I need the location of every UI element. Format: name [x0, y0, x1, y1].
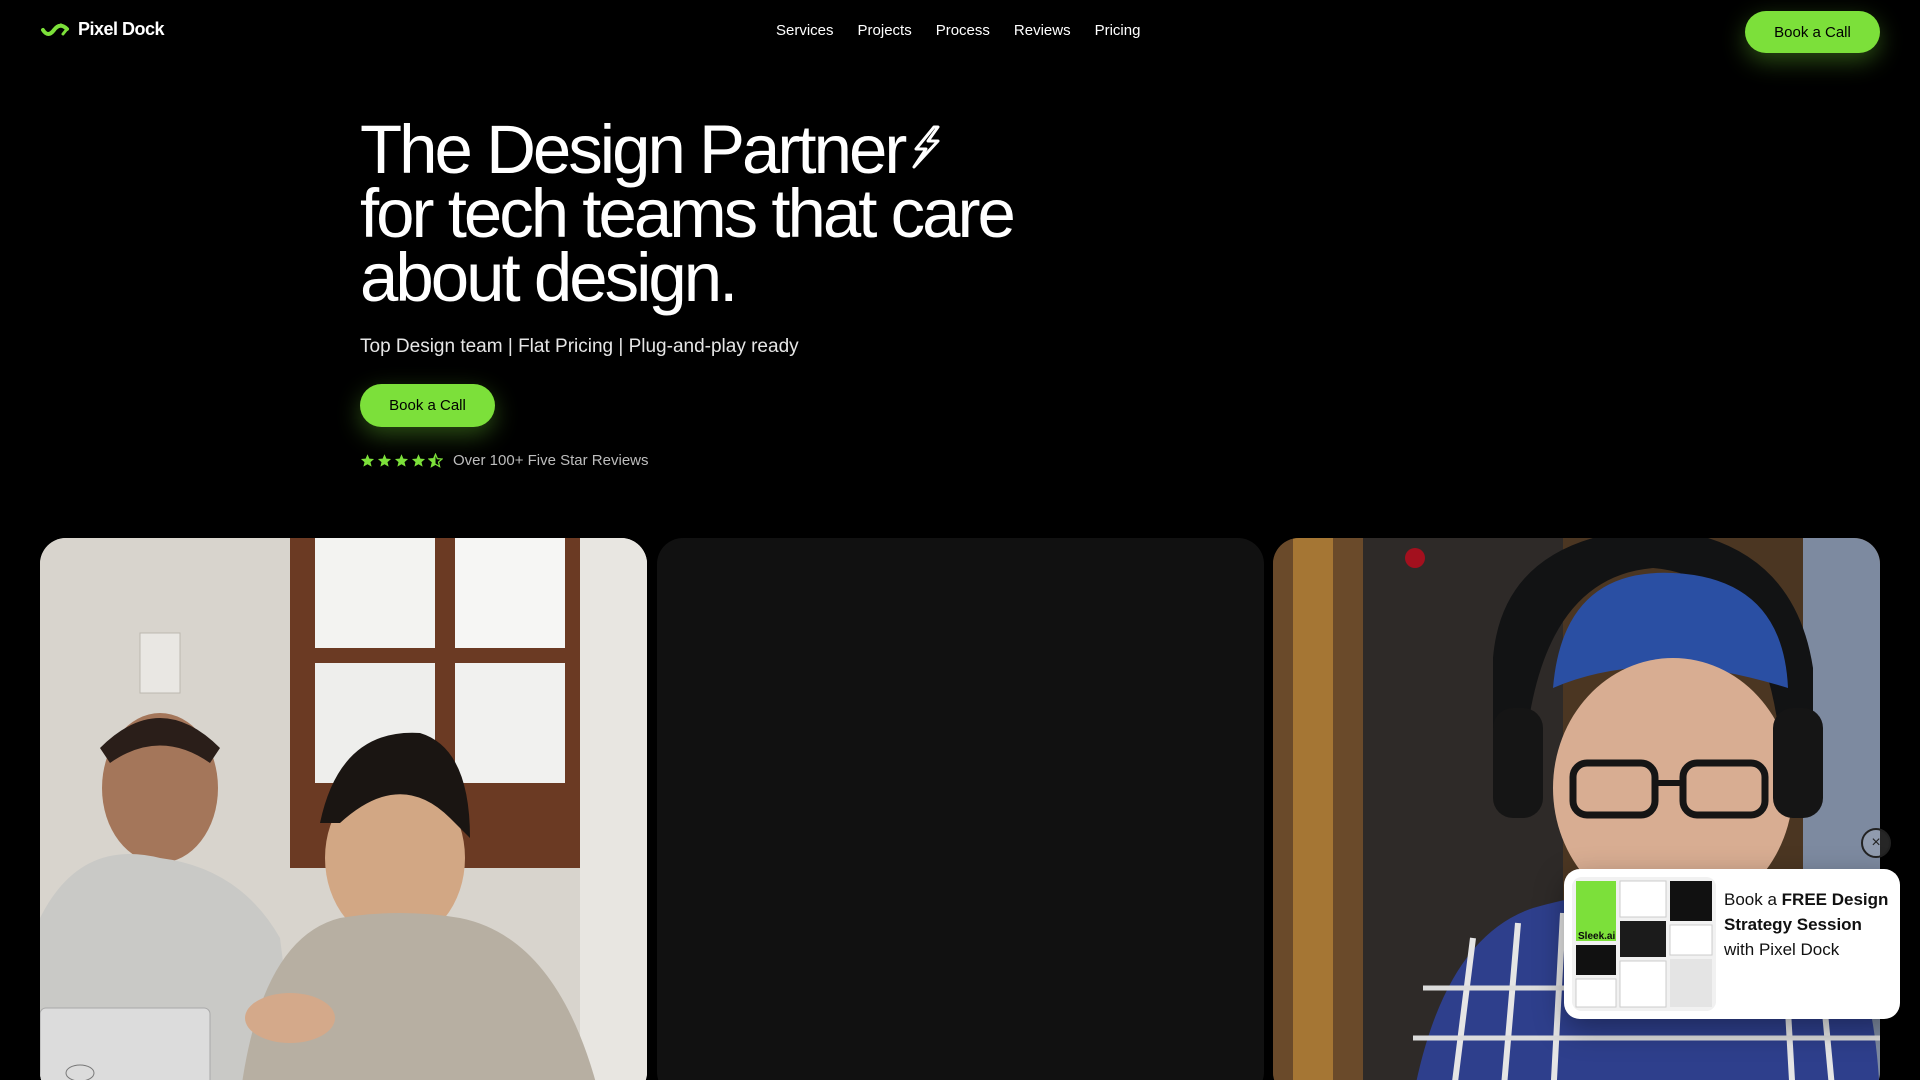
portfolio-thumbnail: Sleek.ai	[1572, 877, 1716, 1011]
nav-pricing[interactable]: Pricing	[1095, 22, 1141, 39]
hero-subtitle: Top Design team | Flat Pricing | Plug-an…	[360, 336, 799, 357]
site-header: Pixel Dock Services Projects Process Rev…	[0, 0, 1920, 64]
header-book-call-button[interactable]: Book a Call	[1745, 11, 1880, 53]
blank-media-card	[657, 538, 1264, 1080]
nav-services[interactable]: Services	[776, 22, 834, 39]
nav-reviews[interactable]: Reviews	[1014, 22, 1071, 39]
star-icon	[394, 454, 409, 467]
hero-book-call-button[interactable]: Book a Call	[360, 384, 495, 427]
hero-title: The Design Partner for tech teams that c…	[360, 115, 1120, 312]
strategy-session-popup[interactable]: Sleek.ai Book a FREE Design Strategy Ses…	[1564, 869, 1900, 1019]
star-half-icon	[428, 453, 443, 468]
nav-process[interactable]: Process	[936, 22, 990, 39]
lightning-icon	[908, 118, 942, 182]
logo[interactable]: Pixel Dock	[40, 18, 165, 40]
team-photo	[40, 538, 647, 1080]
main-nav: Services Projects Process Reviews Pricin…	[776, 22, 1140, 39]
reviews-summary: Over 100+ Five Star Reviews	[360, 452, 649, 469]
star-icon	[377, 454, 392, 467]
star-icon	[411, 454, 426, 467]
logo-icon	[41, 23, 70, 36]
hero-title-line-3: about design.	[360, 239, 738, 316]
star-rating	[360, 453, 443, 468]
reviews-text: Over 100+ Five Star Reviews	[453, 452, 649, 469]
nav-projects[interactable]: Projects	[858, 22, 912, 39]
team-photo-card	[40, 538, 647, 1080]
popup-text-prefix: Book a	[1724, 890, 1782, 909]
popup-text-suffix: with Pixel Dock	[1724, 940, 1840, 959]
star-icon	[360, 454, 375, 467]
thumbnail-label: Sleek.ai	[1578, 931, 1615, 942]
popup-close-button[interactable]: ×	[1861, 828, 1891, 858]
close-icon: ×	[1871, 834, 1881, 851]
logo-text: Pixel Dock	[78, 18, 165, 39]
popup-text: Book a FREE Design Strategy Session with…	[1724, 887, 1894, 962]
